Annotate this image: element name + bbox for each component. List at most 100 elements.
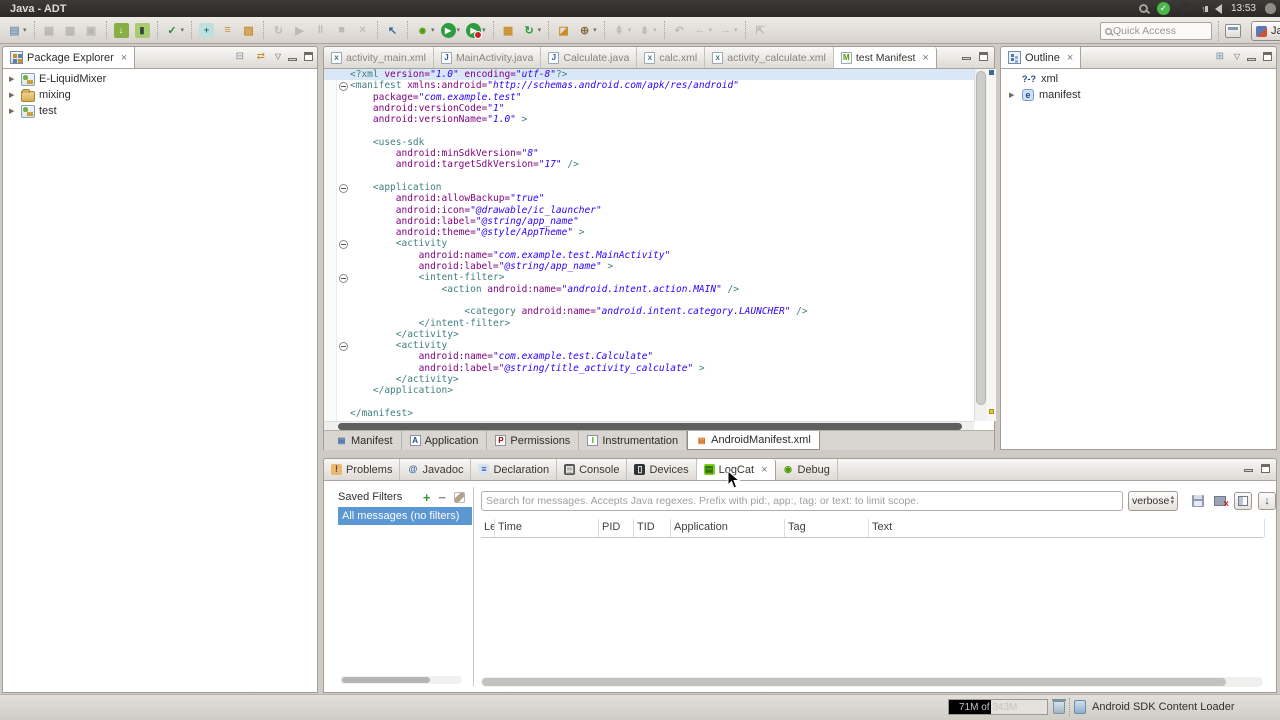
- code-line[interactable]: android:name="com.example.test.Calculate…: [350, 351, 974, 362]
- code-line[interactable]: </intent-filter>: [350, 318, 974, 329]
- clock[interactable]: 13:53: [1231, 3, 1256, 14]
- editor-tab-activity-main-xml[interactable]: xactivity_main.xml: [324, 47, 434, 68]
- view-tab-declaration[interactable]: ≡Declaration: [471, 459, 557, 480]
- collapse-all-icon[interactable]: ⊟: [233, 50, 247, 63]
- view-menu-icon[interactable]: ▽: [275, 52, 281, 61]
- code-line[interactable]: <activity: [350, 340, 974, 351]
- saved-filters-scrollbar[interactable]: [340, 676, 462, 684]
- close-icon[interactable]: ×: [1067, 52, 1073, 64]
- code-line[interactable]: android:minSdkVersion="8": [350, 148, 974, 159]
- system-menu-icon[interactable]: [1265, 3, 1276, 14]
- editor-tab-calculate-java[interactable]: JCalculate.java: [541, 47, 637, 68]
- maximize-icon[interactable]: [1263, 52, 1272, 61]
- forward-dropdown[interactable]: ▾: [734, 26, 738, 34]
- code-line[interactable]: </activity>: [350, 329, 974, 340]
- xml-source-editor[interactable]: <?xml version="1.0" encoding="utf-8"?><m…: [324, 69, 974, 421]
- close-icon[interactable]: ×: [121, 52, 127, 64]
- android-sdk-manager-button[interactable]: ↓: [112, 21, 131, 40]
- sort-icon[interactable]: ⊞: [1213, 50, 1227, 63]
- new-wizard-dropdown[interactable]: ▾: [23, 26, 27, 34]
- next-annotation-dropdown[interactable]: ▾: [653, 26, 657, 34]
- back-dropdown[interactable]: ▾: [709, 26, 713, 34]
- tree-item-mixing[interactable]: ▶mixing: [3, 87, 317, 103]
- scrollbar-thumb[interactable]: [338, 423, 962, 430]
- close-icon[interactable]: ×: [761, 464, 767, 476]
- coverage-button[interactable]: ▦: [499, 21, 518, 40]
- search-dropdown[interactable]: ▾: [593, 26, 597, 34]
- minimize-icon[interactable]: [1244, 469, 1253, 472]
- toggle-filters-pane-button[interactable]: [1234, 492, 1252, 510]
- link-with-editor-icon[interactable]: ⇄: [254, 50, 268, 63]
- minimize-icon[interactable]: [288, 58, 297, 61]
- expand-arrow-icon[interactable]: ▶: [1009, 91, 1017, 99]
- column-header-tag[interactable]: Tag: [785, 519, 869, 537]
- logcat-search-input[interactable]: [486, 492, 1118, 510]
- code-line[interactable]: android:name="com.example.test.MainActiv…: [350, 250, 974, 261]
- code-line[interactable]: android:targetSdkVersion="17" />: [350, 159, 974, 170]
- view-tab-javadoc[interactable]: @Javadoc: [400, 459, 471, 480]
- add-filter-icon[interactable]: +: [423, 490, 431, 505]
- code-line[interactable]: <?xml version="1.0" encoding="utf-8"?>: [324, 69, 974, 80]
- new-wizard-button[interactable]: ▤▾: [5, 21, 29, 40]
- overview-marker-cursor[interactable]: [989, 70, 994, 75]
- annotation-ruler[interactable]: [324, 69, 337, 421]
- select-pointer-button[interactable]: ↖: [383, 21, 402, 40]
- avd-manager-button[interactable]: ▮: [133, 21, 152, 40]
- manifest-page-tab-instrumentation[interactable]: IInstrumentation: [579, 431, 687, 450]
- fold-collapse-icon[interactable]: [337, 272, 350, 283]
- input-method-status-icon[interactable]: ✓: [1157, 2, 1170, 15]
- filter-item-all-messages[interactable]: All messages (no filters): [338, 507, 472, 525]
- debug-dropdown[interactable]: ▾: [431, 26, 435, 34]
- maximize-icon[interactable]: [979, 52, 988, 61]
- editor-horizontal-scrollbar[interactable]: [324, 421, 974, 430]
- scroll-to-bottom-button[interactable]: ↓: [1258, 492, 1276, 510]
- expand-arrow-icon[interactable]: ▶: [9, 107, 17, 115]
- code-line[interactable]: <activity: [350, 238, 974, 249]
- folding-column[interactable]: [337, 69, 350, 419]
- log-level-select[interactable]: verbose ▲▼: [1128, 491, 1178, 511]
- minimize-icon[interactable]: [1247, 58, 1256, 61]
- column-header-tid[interactable]: TID: [634, 519, 671, 537]
- job-status-label[interactable]: Android SDK Content Loader: [1092, 701, 1234, 713]
- tree-item-test[interactable]: ▶test: [3, 103, 317, 119]
- code-line[interactable]: [350, 125, 974, 136]
- manifest-page-tab-androidmanifest-xml[interactable]: ▤AndroidManifest.xml: [687, 431, 820, 450]
- export-log-button[interactable]: [1190, 493, 1206, 509]
- column-header-level[interactable]: Level: [481, 519, 495, 537]
- code-line[interactable]: android:icon="@drawable/ic_launcher": [350, 205, 974, 216]
- code-line[interactable]: <intent-filter>: [350, 272, 974, 283]
- code-line[interactable]: [350, 295, 974, 306]
- weather-cloud-icon[interactable]: [1179, 5, 1192, 12]
- maximize-icon[interactable]: [1261, 464, 1270, 473]
- editor-tab-activity-calculate-xml[interactable]: xactivity_calculate.xml: [705, 47, 834, 68]
- profile-button[interactable]: ▶▾: [464, 21, 488, 40]
- tree-item-e-liquidmixer[interactable]: ▶E-LiquidMixer: [3, 71, 317, 87]
- view-menu-icon[interactable]: ▽: [1234, 52, 1240, 61]
- column-header-application[interactable]: Application: [671, 519, 785, 537]
- editor-tab-mainactivity-java[interactable]: JMainActivity.java: [434, 47, 541, 68]
- code-line[interactable]: package="com.example.test": [350, 92, 974, 103]
- previous-annotation-dropdown[interactable]: ▾: [628, 26, 632, 34]
- logcat-search-box[interactable]: [481, 491, 1123, 511]
- run-dropdown[interactable]: ▾: [457, 26, 461, 34]
- open-resource-button[interactable]: ◪: [554, 21, 573, 40]
- code-line[interactable]: </application>: [350, 385, 974, 396]
- fold-collapse-icon[interactable]: [337, 238, 350, 249]
- delete-filter-icon[interactable]: −: [438, 490, 446, 505]
- clear-log-button[interactable]: [1212, 493, 1228, 509]
- view-tab-problems[interactable]: !Problems: [324, 459, 400, 480]
- run-junit-button[interactable]: ✓▾: [163, 21, 187, 40]
- manifest-page-tab-permissions[interactable]: PPermissions: [487, 431, 579, 450]
- code-line[interactable]: android:allowBackup="true": [350, 193, 974, 204]
- code-line[interactable]: android:label="@string/app_name": [350, 216, 974, 227]
- search-icon[interactable]: [1139, 4, 1148, 13]
- debug-button[interactable]: ◉▾: [413, 21, 437, 40]
- open-perspective-button[interactable]: [1225, 24, 1241, 38]
- code-line[interactable]: <action android:name="android.intent.act…: [350, 284, 974, 295]
- editor-vertical-scrollbar[interactable]: [974, 69, 987, 421]
- expand-arrow-icon[interactable]: ▶: [9, 91, 17, 99]
- tab-package-explorer[interactable]: Package Explorer ×: [3, 47, 135, 68]
- column-header-pid[interactable]: PID: [599, 519, 634, 537]
- new-android-xml-button[interactable]: +: [197, 21, 216, 40]
- code-line[interactable]: android:theme="@style/AppTheme" >: [350, 227, 974, 238]
